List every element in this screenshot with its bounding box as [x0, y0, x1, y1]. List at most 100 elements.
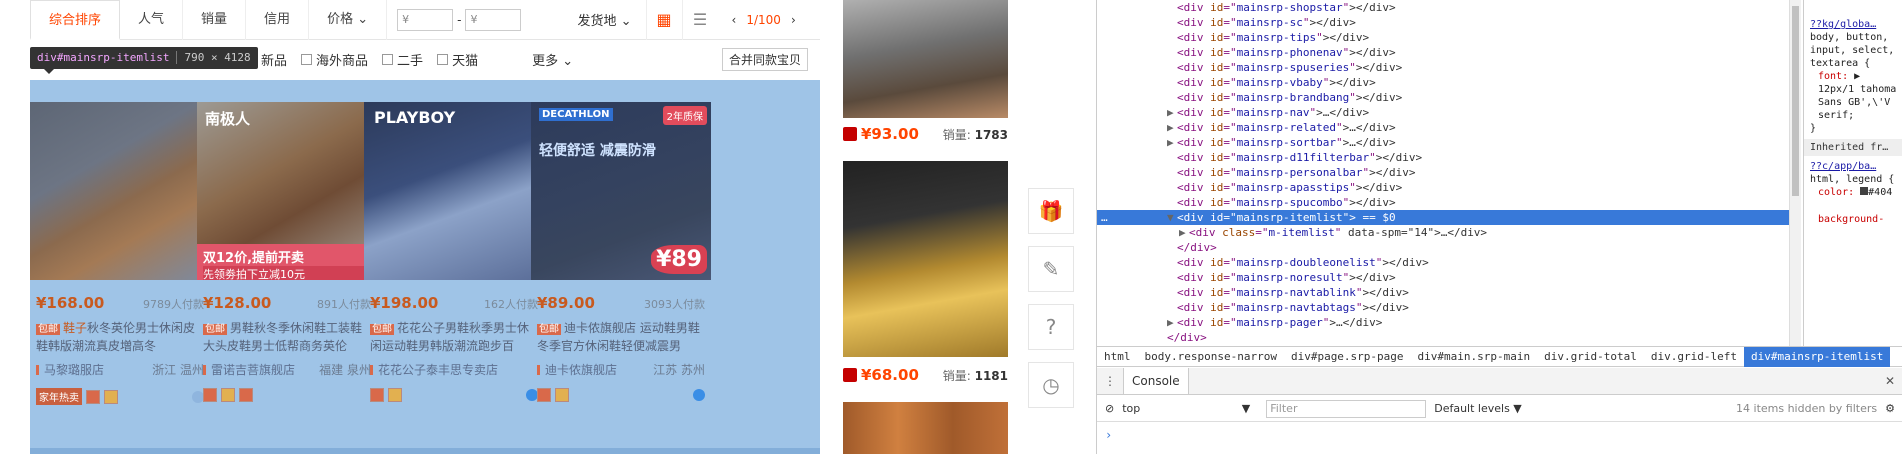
style-source-link[interactable]: ??c/app/ba…: [1810, 160, 1899, 173]
expand-toggle-icon[interactable]: ▼: [1167, 210, 1177, 225]
filter-tmall[interactable]: 天猫: [437, 50, 478, 69]
console-prompt[interactable]: ›: [1105, 428, 1112, 442]
more-filters-dropdown[interactable]: 更多 ⌄: [532, 50, 573, 69]
history-icon[interactable]: ◷: [1028, 362, 1074, 408]
checkbox-icon[interactable]: [437, 53, 449, 65]
shop-link[interactable]: 雷诺吉菩旗舰店: [203, 361, 295, 378]
tab-sales[interactable]: 销量: [183, 0, 247, 40]
breadcrumb-item[interactable]: div.grid-left: [1644, 347, 1744, 367]
dom-node-line[interactable]: ▶ <div id="mainsrp-related">…</div>: [1097, 120, 1789, 135]
dom-node-line[interactable]: … ▼ <div id="mainsrp-itemlist"> == $0: [1097, 210, 1789, 225]
prev-page-icon[interactable]: ‹: [732, 13, 737, 27]
wangwang-icon[interactable]: [693, 389, 705, 401]
price-from-input[interactable]: ¥: [397, 8, 454, 31]
filter-secondhand[interactable]: 二手: [382, 50, 423, 69]
checkbox-icon[interactable]: [301, 53, 313, 65]
product-title[interactable]: 包邮 鞋子秋冬英伦男士休闲皮鞋韩版潮流真皮増高冬: [30, 320, 210, 352]
dom-node-line[interactable]: <div id="mainsrp-apasstips"></div>: [1097, 180, 1789, 195]
elements-scrollbar[interactable]: [1789, 0, 1801, 346]
breadcrumb-item[interactable]: div.grid-total: [1537, 347, 1644, 367]
more-tabs-icon[interactable]: ⋮: [1097, 374, 1123, 388]
product-image[interactable]: PLAYBOY: [364, 102, 544, 280]
dom-node-line[interactable]: <div id="mainsrp-personalbar"></div>: [1097, 165, 1789, 180]
console-filter-input[interactable]: Filter: [1266, 399, 1427, 418]
edit-icon[interactable]: ✎: [1028, 246, 1074, 292]
dom-node-line[interactable]: <div id="mainsrp-spuseries"></div>: [1097, 60, 1789, 75]
shop-link[interactable]: 迪卡侬旗舰店: [537, 361, 617, 378]
dom-node-line[interactable]: </div>: [1097, 330, 1789, 345]
dom-node-line[interactable]: ▶ <div id="mainsrp-pager">…</div>: [1097, 315, 1789, 330]
expand-toggle-icon[interactable]: ▶: [1179, 225, 1189, 240]
dom-node-line[interactable]: <div id="mainsrp-noresult"></div>: [1097, 270, 1789, 285]
recommend-product-image[interactable]: [843, 161, 1008, 357]
dom-node-line[interactable]: ▶ <div id="mainsrp-nav">…</div>: [1097, 105, 1789, 120]
expand-toggle-icon[interactable]: ▶: [1167, 135, 1177, 150]
list-view-icon[interactable]: ☰: [681, 0, 718, 40]
expand-toggle-icon[interactable]: ▶: [1167, 120, 1177, 135]
node-menu-icon[interactable]: …: [1101, 210, 1108, 225]
free-shipping-tag: 包邮: [203, 324, 227, 335]
grid-view-icon[interactable]: ▦: [645, 0, 682, 40]
breadcrumb-item[interactable]: div#page.srp-page: [1284, 347, 1411, 367]
recommend-product-image[interactable]: [843, 0, 1008, 118]
tab-popularity[interactable]: 人气: [120, 0, 184, 40]
clear-console-icon[interactable]: ⊘: [1105, 402, 1114, 415]
shop-link[interactable]: 花花公子泰丰思专卖店: [370, 361, 498, 378]
style-property[interactable]: background-: [1810, 213, 1899, 226]
dom-node-line[interactable]: <div id="mainsrp-vbaby"></div>: [1097, 75, 1789, 90]
dom-node-line[interactable]: ▶ <div id="mainsrp-sortbar">…</div>: [1097, 135, 1789, 150]
log-levels-dropdown[interactable]: Default levels ▼: [1434, 402, 1522, 415]
merge-same-items-button[interactable]: 合并同款宝贝: [721, 47, 808, 71]
dom-node-line[interactable]: ▶ <div class="m-itemlist" data-spm="14">……: [1097, 225, 1789, 240]
style-property[interactable]: font:: [1818, 71, 1848, 82]
filter-overseas[interactable]: 海外商品: [301, 50, 368, 69]
tab-price[interactable]: 价格 ⌄: [309, 0, 388, 40]
dom-node-line[interactable]: <div id="mainsrp-navtabtags"></div>: [1097, 300, 1789, 315]
product-title[interactable]: 包邮 花花公子男鞋秋季男士休闲运动鞋男韩版潮流跑步百: [364, 320, 544, 352]
breadcrumb-item[interactable]: html: [1097, 347, 1138, 367]
breadcrumb-item[interactable]: body.response-narrow: [1138, 347, 1284, 367]
recommend-product-image[interactable]: [843, 402, 1008, 454]
dom-node-line[interactable]: <div id="mainsrp-brandbang"></div>: [1097, 90, 1789, 105]
product-card[interactable]: DECATHLON 2年质保 轻便舒适 减震防滑 ¥89 ¥89.00 3093人…: [531, 102, 711, 420]
product-image[interactable]: [30, 102, 210, 280]
product-image[interactable]: 南极人 双12价,提前开卖 先领劵拍下立减10元: [197, 102, 377, 280]
dom-node-line[interactable]: <div id="mainsrp-phonenav"></div>: [1097, 45, 1789, 60]
product-title[interactable]: 包邮 男鞋秋冬季休闲鞋工装鞋大头皮鞋男士低帮商务英伦: [197, 320, 377, 352]
checkbox-icon[interactable]: [382, 53, 394, 65]
dom-node-line[interactable]: <div id="mainsrp-spucombo"></div>: [1097, 195, 1789, 210]
next-page-icon[interactable]: ›: [791, 13, 796, 27]
gift-icon[interactable]: 🎁: [1028, 188, 1074, 234]
dom-node-line[interactable]: </div>: [1097, 240, 1789, 255]
scroll-thumb[interactable]: [1792, 6, 1799, 196]
style-value[interactable]: #404: [1868, 187, 1892, 198]
breadcrumb-item[interactable]: div#mainsrp-itemlist: [1743, 346, 1891, 367]
product-image[interactable]: DECATHLON 2年质保 轻便舒适 减震防滑 ¥89: [531, 102, 711, 280]
product-card[interactable]: ¥168.00 9789人付款 包邮 鞋子秋冬英伦男士休闲皮鞋韩版潮流真皮増高冬 马…: [30, 102, 210, 420]
tab-comprehensive[interactable]: 综合排序: [30, 0, 121, 40]
product-card[interactable]: PLAYBOY ¥198.00 162人付款 包邮 花花公子男鞋秋季男士休闲运动鞋男…: [364, 102, 544, 420]
style-source-link[interactable]: ??kg/globa…: [1810, 18, 1899, 31]
help-icon[interactable]: ?: [1028, 304, 1074, 350]
tab-console[interactable]: Console: [1123, 368, 1189, 394]
expand-toggle-icon[interactable]: ▶: [1167, 315, 1177, 330]
product-card[interactable]: 南极人 双12价,提前开卖 先领劵拍下立减10元 ¥128.00 891人付款 包邮…: [197, 102, 377, 420]
dom-node-line[interactable]: <div id="mainsrp-d11filterbar"></div>: [1097, 150, 1789, 165]
ship-from-dropdown[interactable]: 发货地 ⌄: [577, 10, 631, 29]
price-to-input[interactable]: ¥: [465, 8, 522, 31]
product-title[interactable]: 包邮 迪卡侬旗舰店 运动鞋男鞋冬季官方休闲鞋轻便减震男: [531, 320, 711, 352]
context-select[interactable]: top ▼: [1122, 402, 1256, 415]
dom-node-line[interactable]: <div id="mainsrp-tips"></div>: [1097, 30, 1789, 45]
settings-gear-icon[interactable]: ⚙: [1885, 402, 1895, 415]
dom-node-line[interactable]: <div id="mainsrp-doubleonelist"></div>: [1097, 255, 1789, 270]
dom-node-line[interactable]: <div id="mainsrp-sc"></div>: [1097, 15, 1789, 30]
expand-toggle-icon[interactable]: ▶: [1167, 105, 1177, 120]
close-icon[interactable]: ✕: [1885, 374, 1895, 388]
style-property[interactable]: color:: [1818, 187, 1854, 198]
dom-node-line[interactable]: <div id="mainsrp-shopstar"></div>: [1097, 0, 1789, 15]
dom-node-line[interactable]: <div id="mainsrp-navtablink"></div>: [1097, 285, 1789, 300]
color-swatch-icon[interactable]: [1860, 187, 1869, 195]
breadcrumb-item[interactable]: div#main.srp-main: [1411, 347, 1538, 367]
shop-link[interactable]: 马黎璐服店: [36, 361, 104, 378]
tab-credit[interactable]: 信用: [246, 0, 310, 40]
